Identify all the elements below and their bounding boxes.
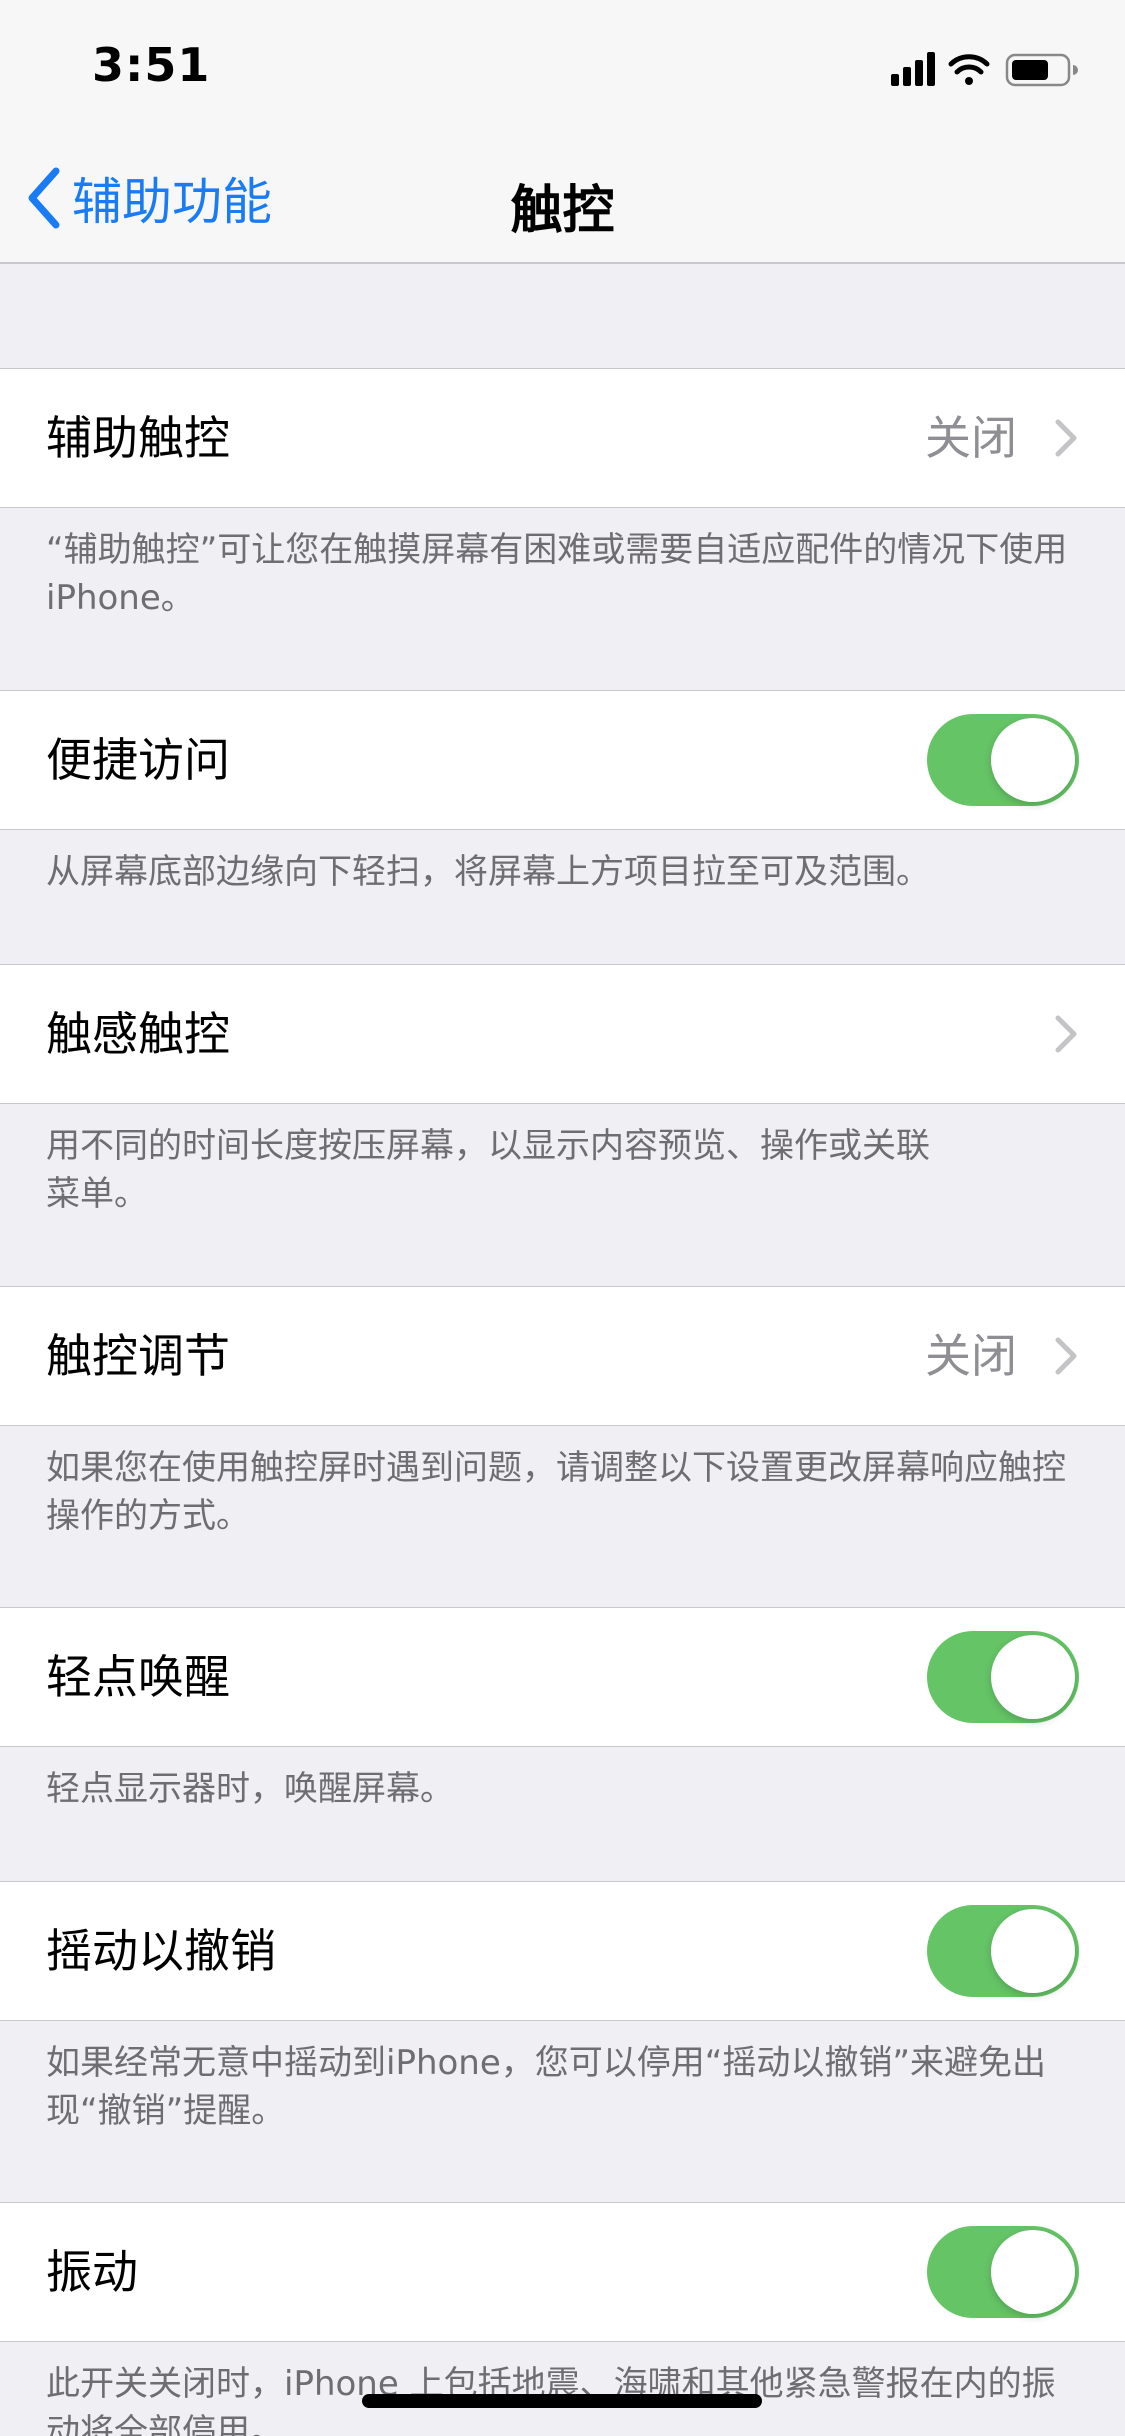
- toggle-knob: [991, 1635, 1075, 1719]
- setting-row-assistive-touch[interactable]: 辅助触控 关闭: [0, 368, 1125, 508]
- setting-value: 关闭: [925, 1329, 1017, 1383]
- setting-row-shake-to-undo[interactable]: 摇动以撤销: [0, 1881, 1125, 2021]
- status-time: 3:51: [92, 38, 211, 92]
- wifi-icon: [948, 54, 990, 85]
- toggle-knob: [991, 718, 1075, 802]
- setting-label: 振动: [46, 2245, 138, 2299]
- setting-footer-tap-to-wake: 轻点显示器时，唤醒屏幕。: [46, 1769, 454, 1809]
- page-title: 触控: [510, 181, 615, 241]
- toggle-knob: [991, 1909, 1075, 1993]
- toggle-switch-tap-to-wake[interactable]: [927, 1631, 1079, 1723]
- setting-footer-shake-to-undo: 如果经常无意中摇动到iPhone，您可以停用“摇动以撤销”来避免出现“撤销”提醒…: [46, 2043, 1046, 2131]
- setting-footer-reachability: 从屏幕底部边缘向下轻扫，将屏幕上方项目拉至可及范围。: [46, 852, 930, 892]
- toggle-knob: [991, 2230, 1075, 2314]
- cellular-signal-icon: [891, 52, 935, 86]
- setting-footer-haptic-touch: 用不同的时间长度按压屏幕，以显示内容预览、操作或关联菜单。: [46, 1126, 930, 1214]
- setting-row-tap-to-wake[interactable]: 轻点唤醒: [0, 1607, 1125, 1747]
- setting-label: 触控调节: [46, 1329, 230, 1383]
- navigation-bar: 辅助功能 触控: [0, 132, 1125, 264]
- toggle-switch-reachability[interactable]: [927, 714, 1079, 806]
- setting-label: 触感触控: [46, 1007, 230, 1061]
- setting-row-reachability[interactable]: 便捷访问: [0, 690, 1125, 830]
- setting-label: 辅助触控: [46, 411, 230, 465]
- toggle-switch-vibration[interactable]: [927, 2226, 1079, 2318]
- status-icons: [891, 50, 1081, 90]
- status-bar: 3:51: [0, 0, 1125, 132]
- setting-label: 摇动以撤销: [46, 1924, 276, 1978]
- setting-value: 关闭: [925, 411, 1017, 465]
- setting-row-haptic-touch[interactable]: 触感触控: [0, 964, 1125, 1104]
- toggle-switch-shake-to-undo[interactable]: [927, 1905, 1079, 1997]
- home-indicator[interactable]: [362, 2394, 762, 2408]
- setting-footer-touch-accommodations: 如果您在使用触控屏时遇到问题，请调整以下设置更改屏幕响应触控操作的方式。: [46, 1448, 1066, 1536]
- battery-icon: [1005, 53, 1078, 87]
- setting-label: 便捷访问: [46, 733, 230, 787]
- chevron-right-icon: [1055, 419, 1077, 457]
- chevron-right-icon: [1055, 1337, 1077, 1375]
- setting-row-touch-accommodations[interactable]: 触控调节 关闭: [0, 1286, 1125, 1426]
- setting-row-vibration[interactable]: 振动: [0, 2202, 1125, 2342]
- chevron-right-icon: [1055, 1015, 1077, 1053]
- setting-label: 轻点唤醒: [46, 1650, 230, 1704]
- setting-footer-assistive-touch: “辅助触控”可让您在触摸屏幕有困难或需要自适应配件的情况下使用 iPhone。: [46, 530, 1068, 618]
